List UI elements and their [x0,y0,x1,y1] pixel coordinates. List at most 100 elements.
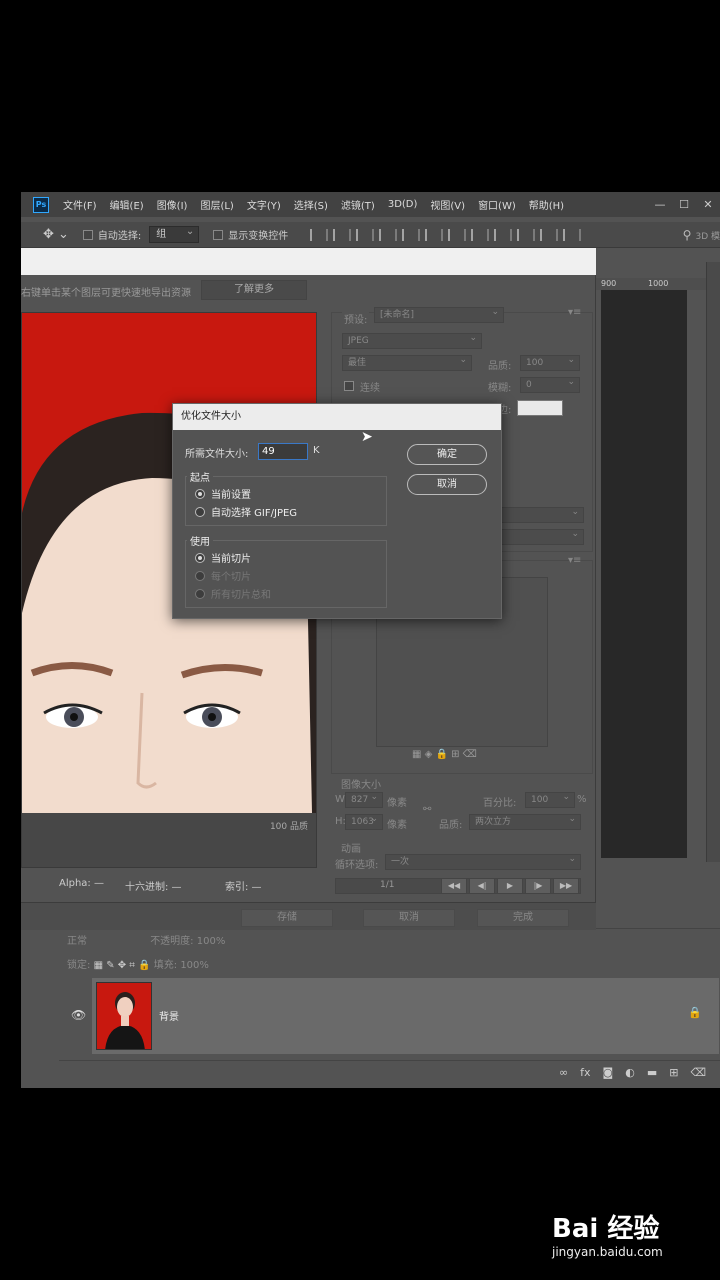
new-layer-icon[interactable]: ⊞ [669,1066,678,1079]
blur-input[interactable]: 0 [520,375,580,393]
next-frame-icon[interactable]: |▶ [525,878,551,894]
fill-value[interactable]: 100% [180,960,209,971]
progressive-checkbox[interactable] [344,381,354,391]
align-hcenter-icon[interactable] [402,228,421,241]
mouse-cursor-icon: ➤ [361,429,373,445]
show-transform-checkbox[interactable] [213,229,224,240]
distribute-top-icon[interactable] [448,228,467,241]
blend-mode-dropdown[interactable]: 正常 [67,936,87,947]
preview-quality-label: 100 品质 [269,822,308,832]
play-icon[interactable]: ▶ [497,878,523,894]
constrain-link-icon[interactable]: ⚯ [423,804,431,815]
preset-dropdown[interactable]: [未命名] [374,305,504,323]
mask-icon[interactable]: ◙ [603,1066,614,1079]
radio-dot-current-settings[interactable] [195,488,205,499]
menu-image[interactable]: 图像(I) [157,197,188,212]
show-transform-label: 显示变换控件 [228,231,289,242]
auto-select-dropdown[interactable]: 组 [149,224,200,243]
ok-button[interactable]: 确定 [407,444,487,465]
radio-auto-select[interactable]: 自动选择 GIF/JPEG [195,504,297,519]
3d-mode-label[interactable]: 3D 模 [695,229,720,242]
align-top-icon[interactable] [310,228,329,241]
last-frame-icon[interactable]: ▶▶ [553,878,579,894]
layers-footer: ∞ fx ◙ ◐ ▬ ⊞ ⌫ [59,1060,720,1084]
menu-view[interactable]: 视图(V) [430,197,465,212]
menu-file[interactable]: 文件(F) [63,197,97,212]
radio-label-current-settings: 当前设置 [211,490,251,501]
auto-select-checkbox[interactable] [82,229,93,240]
document-canvas[interactable] [601,290,687,858]
learn-more-button[interactable]: 了解更多 [201,280,307,300]
quality-input[interactable]: 100 [520,353,580,371]
maximize-icon[interactable]: ☐ [672,198,696,211]
radio-dot-current-slice[interactable] [195,552,205,563]
desired-size-input[interactable]: 49 [258,443,308,460]
folder-icon[interactable]: ▬ [647,1066,657,1079]
align-vcenter-icon[interactable] [333,228,352,241]
distribute-hcenter-icon[interactable] [540,228,559,241]
percent-input[interactable]: 100 [525,790,575,808]
optimize-cancel-button[interactable]: 取消 [407,474,487,495]
options-bar: ✥ ⌄ 自动选择: 组 显示变换控件 ⚲ 3D 模 [21,222,720,248]
opacity-value[interactable]: 100% [197,936,226,947]
loop-dropdown[interactable]: 一次 [385,852,581,870]
resample-dropdown[interactable]: 两次立方 [469,812,581,830]
radio-dot-auto-select[interactable] [195,506,205,517]
image-size-header: 图像大小 [341,780,381,791]
menu-filter[interactable]: 滤镜(T) [341,197,375,212]
search-icon[interactable]: ⚲ [683,228,692,242]
color-table-icons[interactable]: ▦ ◈ 🔒 ⊞ ⌫ [412,749,477,760]
adjustment-icon[interactable]: ◐ [625,1066,635,1079]
eye-icon[interactable]: 👁 [71,1008,86,1022]
radio-current-slice[interactable]: 当前切片 [195,550,251,565]
format-dropdown[interactable]: JPEG [342,331,482,349]
fx-icon[interactable]: fx [580,1066,590,1079]
lock-icons[interactable]: ▦ ✎ ✥ ⌗ 🔒 [94,960,154,971]
optimize-file-size-dialog: 优化文件大小 所需文件大小: 49 K 确定 取消 起点 当前设置 自动选择 G… [172,403,502,619]
radio-dot-total-slices [195,588,205,599]
distribute-vcenter-icon[interactable] [471,228,490,241]
status-hex: 十六进制: — [125,882,182,893]
dialog-button-row: 存储 取消 完成 [21,902,596,930]
color-table-menu-icon[interactable]: ▾≡ [568,555,581,566]
menu-edit[interactable]: 编辑(E) [110,197,144,212]
trash-icon[interactable]: ⌫ [690,1066,706,1079]
height-unit: 像素 [387,820,407,831]
minimize-icon[interactable]: — [648,198,672,211]
layers-panel: 正常 不透明度: 100% 锁定: ▦ ✎ ✥ ⌗ 🔒 填充: 100% 👁 背… [59,928,720,1088]
portrait-thumbnail-image [97,983,151,1049]
link-icon[interactable]: ∞ [559,1066,568,1079]
menu-window[interactable]: 窗口(W) [478,197,516,212]
first-frame-icon[interactable]: ◀◀ [441,878,467,894]
panel-strip [706,262,720,862]
radio-dot-each-slice [195,570,205,581]
use-group-title: 使用 [187,533,213,548]
panel-menu-icon[interactable]: ▾≡ [568,307,581,318]
layer-name[interactable]: 背景 [159,1008,179,1023]
menu-select[interactable]: 选择(S) [294,197,328,212]
layer-row-background[interactable] [92,978,719,1054]
menu-layer[interactable]: 图层(L) [200,197,233,212]
prev-frame-icon[interactable]: ◀| [469,878,495,894]
cancel-button[interactable]: 取消 [363,909,455,927]
height-input[interactable]: 1063 [345,812,383,830]
save-button[interactable]: 存储 [241,909,333,927]
move-tool-icon[interactable]: ✥ ⌄ [43,227,69,242]
matte-color-swatch[interactable] [517,400,563,416]
radio-current-settings[interactable]: 当前设置 [195,486,251,501]
done-button[interactable]: 完成 [477,909,569,927]
quality-preset-dropdown[interactable]: 最佳 [342,353,472,371]
distribute-left-icon[interactable] [517,228,536,241]
frame-counter: 1/1 [380,880,395,890]
align-bottom-icon[interactable] [356,228,375,241]
menu-3d[interactable]: 3D(D) [388,199,418,210]
close-icon[interactable]: ✕ [696,198,720,211]
distribute-right-icon[interactable] [563,228,582,241]
distribute-bottom-icon[interactable] [494,228,513,241]
menu-help[interactable]: 帮助(H) [529,197,564,212]
align-right-icon[interactable] [425,228,444,241]
width-input[interactable]: 827 [345,790,383,808]
align-left-icon[interactable] [379,228,398,241]
menu-type[interactable]: 文字(Y) [247,197,281,212]
radio-label-each-slice: 每个切片 [211,572,251,583]
